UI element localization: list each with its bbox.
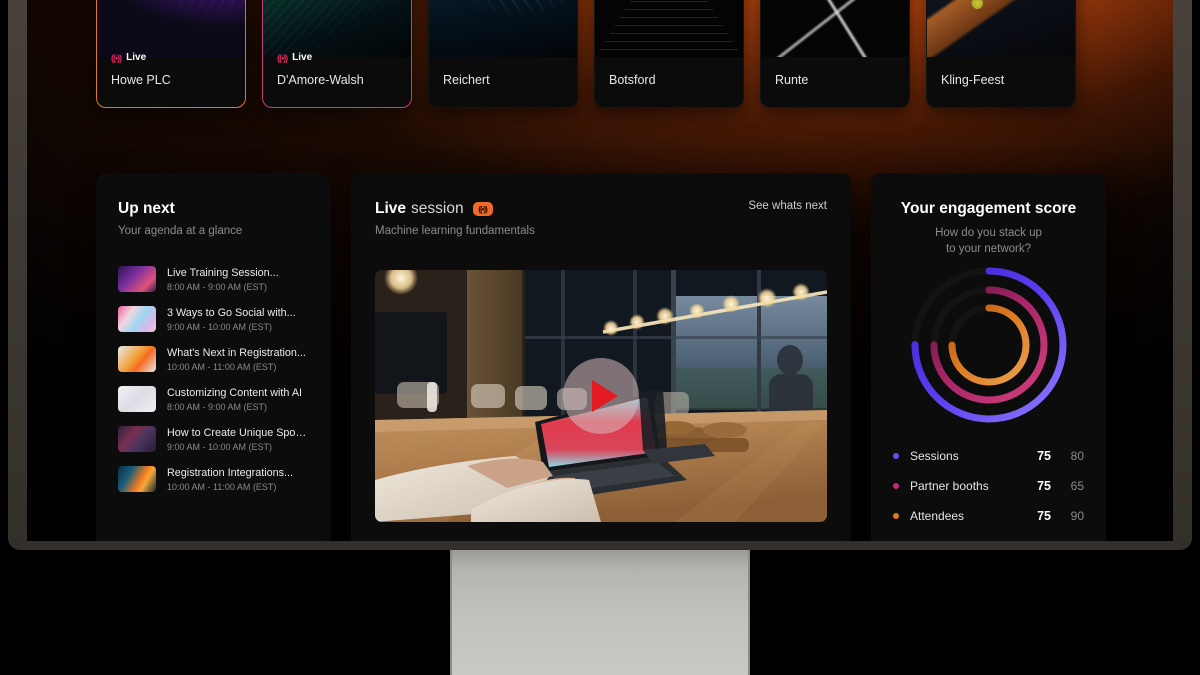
video-player[interactable] [375, 270, 827, 522]
list-item[interactable]: 3 Ways to Go Social with... 9:00 AM - 10… [96, 299, 331, 339]
event-card-artwork [429, 0, 577, 57]
broadcast-icon: ((•)) [111, 52, 122, 63]
play-button[interactable] [563, 358, 639, 434]
legend-max: 80 [1070, 449, 1084, 463]
engagement-subtitle-line1: How do you stack up [935, 227, 1042, 239]
engagement-donut-chart [911, 267, 1066, 423]
event-card[interactable]: ★ Reichert [428, 0, 578, 108]
monitor-screen: ◕◕ ((•)) Live Howe PLC ✦ ((•)) Live D'Am… [27, 0, 1173, 541]
event-card-name: Reichert [443, 73, 490, 87]
list-item[interactable]: Customizing Content with AI 8:00 AM - 9:… [96, 379, 331, 419]
live-session-title-rest: session [411, 200, 464, 217]
agenda-item-title: What's Next in Registration... [167, 346, 306, 359]
event-card-name: Runte [775, 73, 809, 87]
legend-dot-partner-booths [893, 483, 899, 489]
list-item[interactable]: Live Training Session... 8:00 AM - 9:00 … [96, 259, 331, 299]
event-cards-row: ◕◕ ((•)) Live Howe PLC ✦ ((•)) Live D'Am… [96, 0, 1106, 108]
up-next-panel: Up next Your agenda at a glance Live Tra… [96, 173, 331, 541]
legend-value: 75 [1037, 479, 1051, 493]
agenda-item-time: 8:00 AM - 9:00 AM (EST) [167, 281, 268, 292]
engagement-score-panel: Your engagement score How do you stack u… [871, 173, 1106, 541]
event-card[interactable]: ❧ Botsford [594, 0, 744, 108]
broadcast-icon: ((•)) [277, 52, 288, 63]
agenda-thumbnail [118, 266, 156, 292]
event-card-name: Howe PLC [111, 73, 171, 87]
event-card[interactable]: ● Kling-Feest [926, 0, 1076, 108]
agenda-thumbnail [118, 426, 156, 452]
legend-row: Sessions 75 80 [893, 441, 1084, 471]
play-icon [591, 380, 618, 412]
engagement-subtitle-line2: to your network? [945, 242, 1031, 255]
legend-value: 75 [1037, 449, 1051, 463]
live-indicator: ((•)) Live [277, 52, 312, 63]
event-card-name: D'Amore-Walsh [277, 73, 364, 87]
agenda-thumbnail [118, 386, 156, 412]
engagement-title: Your engagement score [900, 200, 1077, 217]
live-label: Live [126, 52, 147, 63]
list-item[interactable]: How to Create Unique Spon... 9:00 AM - 1… [96, 419, 331, 459]
legend-value: 75 [1037, 509, 1051, 523]
legend-label: Partner booths [910, 479, 989, 493]
monitor-stand [450, 548, 750, 675]
agenda-item-time: 10:00 AM - 11:00 AM (EST) [167, 481, 277, 492]
legend-row: Attendees 75 90 [893, 501, 1084, 531]
agenda-item-title: Registration Integrations... [167, 466, 294, 479]
agenda-item-time: 10:00 AM - 11:00 AM (EST) [167, 361, 277, 372]
live-label: Live [292, 52, 313, 63]
live-session-title: Live session ((•)) [375, 200, 535, 218]
engagement-header: Your engagement score How do you stack u… [871, 173, 1106, 257]
legend-row: Partner booths 75 65 [893, 471, 1084, 501]
event-card-artwork [927, 0, 1075, 57]
legend-label: Sessions [910, 449, 959, 463]
up-next-header: Up next Your agenda at a glance [96, 173, 331, 237]
live-session-header: Live session ((•)) Machine learning fund… [351, 173, 851, 237]
live-session-title-strong: Live [375, 200, 407, 217]
event-card-artwork [761, 0, 909, 57]
legend-max: 65 [1070, 479, 1084, 493]
agenda-item-title: Live Training Session... [167, 266, 279, 279]
agenda-thumbnail [118, 466, 156, 492]
live-indicator: ((•)) Live [111, 52, 146, 63]
list-item[interactable]: Registration Integrations... 10:00 AM - … [96, 459, 331, 499]
event-card-artwork [97, 0, 245, 57]
legend-max: 90 [1070, 509, 1084, 523]
agenda-item-time: 9:00 AM - 10:00 AM (EST) [167, 321, 273, 332]
see-whats-next-link[interactable]: See whats next [748, 200, 827, 212]
engagement-subtitle: How do you stack up to your network? [889, 226, 1088, 257]
engagement-legend: Sessions 75 80 Partner booths 75 65 Atte… [871, 441, 1106, 531]
agenda-item-title: Customizing Content with AI [167, 386, 303, 399]
event-card[interactable]: ✦ ((•)) Live D'Amore-Walsh [262, 0, 412, 108]
legend-label: Attendees [910, 509, 965, 523]
legend-dot-sessions [893, 453, 899, 459]
live-session-subtitle: Machine learning fundamentals [375, 225, 535, 237]
agenda-list: Live Training Session... 8:00 AM - 9:00 … [96, 259, 331, 499]
event-card-artwork [595, 0, 743, 57]
event-card-name: Kling-Feest [941, 73, 1005, 87]
screenshot-root: ◕◕ ((•)) Live Howe PLC ✦ ((•)) Live D'Am… [0, 0, 1200, 675]
live-session-panel: Live session ((•)) Machine learning fund… [351, 173, 851, 541]
agenda-item-title: 3 Ways to Go Social with... [167, 306, 296, 319]
event-card-artwork [263, 0, 411, 57]
up-next-subtitle: Your agenda at a glance [118, 225, 243, 237]
list-item[interactable]: What's Next in Registration... 10:00 AM … [96, 339, 331, 379]
event-card-name: Botsford [609, 73, 656, 87]
agenda-thumbnail [118, 306, 156, 332]
event-card[interactable]: ◕◕ ((•)) Live Howe PLC [96, 0, 246, 108]
agenda-item-time: 9:00 AM - 10:00 AM (EST) [167, 441, 273, 452]
legend-dot-attendees [893, 513, 899, 519]
broadcast-icon: ((•)) [472, 202, 493, 216]
agenda-thumbnail [118, 346, 156, 372]
agenda-item-time: 8:00 AM - 9:00 AM (EST) [167, 401, 268, 412]
agenda-item-title: How to Create Unique Spon... [167, 426, 309, 439]
event-card[interactable]: ◡ Runte [760, 0, 910, 108]
up-next-title: Up next [118, 200, 175, 217]
